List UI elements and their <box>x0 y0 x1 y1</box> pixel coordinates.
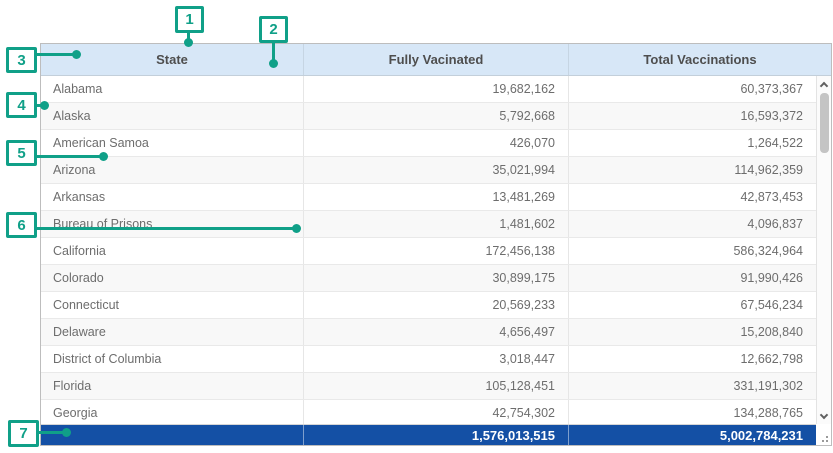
table-row[interactable]: Florida105,128,451331,191,302 <box>41 373 816 400</box>
cell-fully-vaccinated: 5,792,668 <box>303 103 568 129</box>
cell-state: Alabama <box>41 76 303 102</box>
cell-total-vaccinations: 4,096,837 <box>568 211 816 237</box>
callout-3: 3 <box>6 47 37 73</box>
chevron-up-icon[interactable] <box>820 82 828 90</box>
summary-row: 1,576,013,515 5,002,784,231 <box>41 424 816 445</box>
callout-2: 2 <box>259 16 288 43</box>
table-header-row: State Fully Vacinated Total Vaccinations <box>41 44 831 76</box>
cell-total-vaccinations: 60,373,367 <box>568 76 816 102</box>
cell-fully-vaccinated: 19,682,162 <box>303 76 568 102</box>
callout-number: 1 <box>185 11 193 28</box>
callout-number: 6 <box>17 217 25 234</box>
callout-number: 2 <box>269 21 277 38</box>
callout-7-dot <box>62 428 71 437</box>
vertical-scrollbar[interactable] <box>816 76 831 425</box>
cell-fully-vaccinated: 13,481,269 <box>303 184 568 210</box>
callout-3-connector <box>37 53 75 56</box>
table-row[interactable]: Arkansas13,481,26942,873,453 <box>41 184 816 211</box>
cell-fully-vaccinated: 3,018,447 <box>303 346 568 372</box>
cell-fully-vaccinated: 4,656,497 <box>303 319 568 345</box>
callout-1-dot <box>184 38 193 47</box>
callout-number: 5 <box>17 145 25 162</box>
cell-total-vaccinations: 331,191,302 <box>568 373 816 399</box>
cell-fully-vaccinated: 30,899,175 <box>303 265 568 291</box>
scrollbar-thumb[interactable] <box>820 93 829 153</box>
callout-6: 6 <box>6 212 37 238</box>
column-header-state[interactable]: State <box>41 44 303 75</box>
summary-cell-state <box>41 425 303 445</box>
resize-grip[interactable] <box>816 424 831 445</box>
cell-fully-vaccinated: 42,754,302 <box>303 400 568 425</box>
table-body: Alabama19,682,16260,373,367Alaska5,792,6… <box>41 76 816 425</box>
callout-number: 3 <box>17 52 25 69</box>
callout-number: 7 <box>19 425 27 442</box>
callout-6-connector <box>37 227 295 230</box>
cell-state: Arkansas <box>41 184 303 210</box>
table-row[interactable]: American Samoa426,0701,264,522 <box>41 130 816 157</box>
cell-state: Arizona <box>41 157 303 183</box>
cell-state: Bureau of Prisons <box>41 211 303 237</box>
column-header-fully-vaccinated[interactable]: Fully Vacinated <box>303 44 568 75</box>
cell-state: American Samoa <box>41 130 303 156</box>
callout-7: 7 <box>8 420 39 447</box>
callout-number: 4 <box>17 97 25 114</box>
callout-6-dot <box>292 224 301 233</box>
cell-fully-vaccinated: 426,070 <box>303 130 568 156</box>
table-row[interactable]: Georgia42,754,302134,288,765 <box>41 400 816 425</box>
summary-cell-total-vaccinations: 5,002,784,231 <box>568 425 816 445</box>
cell-state: Delaware <box>41 319 303 345</box>
cell-total-vaccinations: 91,990,426 <box>568 265 816 291</box>
callout-4: 4 <box>6 92 37 118</box>
cell-state: Colorado <box>41 265 303 291</box>
callout-5-dot <box>99 152 108 161</box>
table-row[interactable]: Delaware4,656,49715,208,840 <box>41 319 816 346</box>
cell-total-vaccinations: 134,288,765 <box>568 400 816 425</box>
cell-fully-vaccinated: 105,128,451 <box>303 373 568 399</box>
cell-state: California <box>41 238 303 264</box>
column-header-total-vaccinations[interactable]: Total Vaccinations <box>568 44 831 75</box>
cell-state: Alaska <box>41 103 303 129</box>
cell-state: Connecticut <box>41 292 303 318</box>
cell-state: District of Columbia <box>41 346 303 372</box>
table-row[interactable]: District of Columbia3,018,44712,662,798 <box>41 346 816 373</box>
cell-total-vaccinations: 12,662,798 <box>568 346 816 372</box>
chevron-down-icon[interactable] <box>820 411 828 419</box>
cell-state: Florida <box>41 373 303 399</box>
cell-total-vaccinations: 1,264,522 <box>568 130 816 156</box>
cell-total-vaccinations: 15,208,840 <box>568 319 816 345</box>
annotated-table-screenshot: State Fully Vacinated Total Vaccinations… <box>0 0 833 453</box>
callout-5-connector <box>37 155 101 158</box>
callout-2-dot <box>269 59 278 68</box>
cell-fully-vaccinated: 1,481,602 <box>303 211 568 237</box>
callout-5: 5 <box>6 140 37 166</box>
table-row[interactable]: Connecticut20,569,23367,546,234 <box>41 292 816 319</box>
table-row[interactable]: Alaska5,792,66816,593,372 <box>41 103 816 130</box>
table-row[interactable]: Bureau of Prisons1,481,6024,096,837 <box>41 211 816 238</box>
cell-fully-vaccinated: 20,569,233 <box>303 292 568 318</box>
cell-total-vaccinations: 67,546,234 <box>568 292 816 318</box>
table-row[interactable]: Alabama19,682,16260,373,367 <box>41 76 816 103</box>
cell-total-vaccinations: 586,324,964 <box>568 238 816 264</box>
table-row[interactable]: California172,456,138586,324,964 <box>41 238 816 265</box>
table-row[interactable]: Arizona35,021,994114,962,359 <box>41 157 816 184</box>
cell-fully-vaccinated: 172,456,138 <box>303 238 568 264</box>
callout-1: 1 <box>175 6 204 33</box>
callout-4-dot <box>40 101 49 110</box>
table-row[interactable]: Colorado30,899,17591,990,426 <box>41 265 816 292</box>
cell-state: Georgia <box>41 400 303 425</box>
cell-total-vaccinations: 114,962,359 <box>568 157 816 183</box>
cell-total-vaccinations: 16,593,372 <box>568 103 816 129</box>
cell-fully-vaccinated: 35,021,994 <box>303 157 568 183</box>
cell-total-vaccinations: 42,873,453 <box>568 184 816 210</box>
vaccination-table: State Fully Vacinated Total Vaccinations… <box>40 43 832 446</box>
callout-3-dot <box>72 50 81 59</box>
summary-cell-fully-vaccinated: 1,576,013,515 <box>303 425 568 445</box>
